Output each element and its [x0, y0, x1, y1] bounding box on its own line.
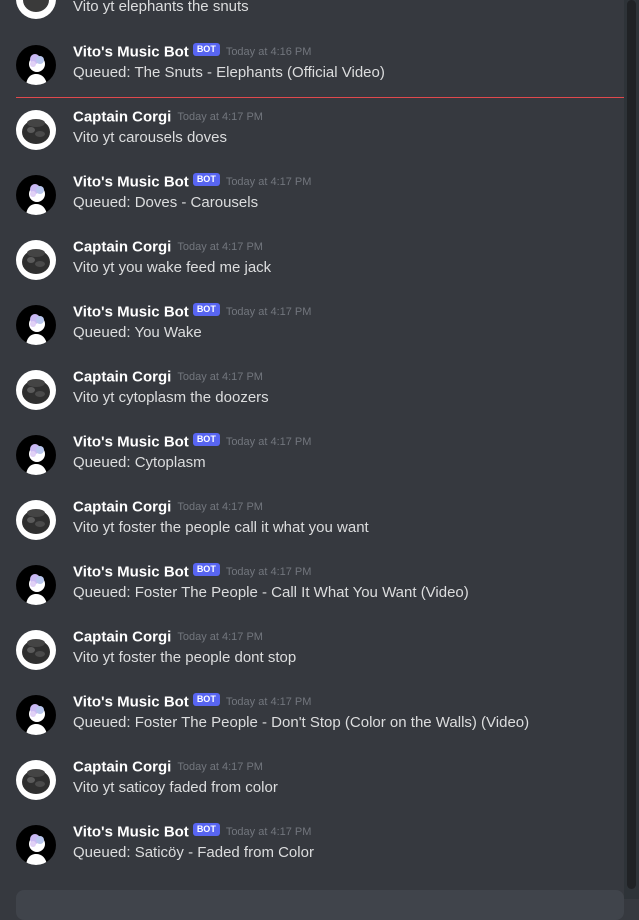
bot-avatar[interactable] [16, 695, 56, 735]
message-composer[interactable] [16, 890, 624, 920]
username[interactable]: Vito's Music Bot [73, 563, 189, 580]
bot-avatar[interactable] [16, 565, 56, 605]
username[interactable]: Vito's Music Bot [73, 303, 189, 320]
username[interactable]: Captain Corgi [73, 498, 171, 515]
bot-avatar[interactable] [16, 825, 56, 865]
username[interactable]: Captain Corgi [73, 758, 171, 775]
bot-avatar[interactable] [16, 435, 56, 475]
bot-badge: BOT [192, 173, 220, 187]
bot-avatar[interactable] [16, 175, 56, 215]
timestamp: Today at 4:17 PM [177, 630, 263, 643]
message: Captain Corgi Today at 4:17 PM Vito yt sat… [0, 755, 624, 815]
timestamp: Today at 4:16 PM [225, 45, 312, 58]
message: Vito's Music Bot BOT Today at 4:17 PM Queue… [0, 820, 624, 880]
message-header: Captain Corgi Today at 4:17 PM [73, 758, 263, 778]
chat-messages: Vito yt elephants the snuts Vito's Music… [0, 0, 624, 899]
message-header: Captain Corgi Today at 4:17 PM [73, 108, 263, 128]
message-header: Captain Corgi Today at 4:17 PM [73, 368, 263, 388]
message: Captain Corgi Today at 4:17 PM Vito yt cyt… [0, 365, 624, 425]
bot-badge: BOT [192, 303, 220, 317]
user-avatar[interactable] [16, 630, 56, 670]
bot-badge: BOT [192, 823, 220, 837]
partial-message: Vito yt elephants the snuts [0, 0, 624, 19]
message-text: Vito yt elephants the snuts [73, 0, 249, 15]
message-header: Vito's Music Bot BOT Today at 4:17 PM [73, 303, 311, 323]
message: Captain Corgi Today at 4:17 PM Vito yt fos… [0, 495, 624, 555]
message-text: Vito yt foster the people call it what y… [73, 519, 369, 536]
timestamp: Today at 4:17 PM [225, 175, 312, 188]
message-header: Vito's Music Bot BOT Today at 4:17 PM [73, 433, 311, 453]
timestamp: Today at 4:17 PM [225, 695, 312, 708]
message-text: Queued: Foster The People - Call It What… [73, 584, 469, 601]
username[interactable]: Captain Corgi [73, 238, 171, 255]
message-text: Queued: Saticöy - Faded from Color [73, 844, 314, 861]
message: Vito's Music Bot BOT Today at 4:17 PM Queue… [0, 170, 624, 230]
message-text: Vito yt carousels doves [73, 129, 227, 146]
message-text: Vito yt foster the people dont stop [73, 649, 297, 666]
message-header: Vito's Music Bot BOT Today at 4:17 PM [73, 563, 311, 583]
message-header: Vito's Music Bot BOT Today at 4:17 PM [73, 173, 311, 193]
message-text: Queued: You Wake [73, 324, 202, 341]
message-text: Queued: Doves - Carousels [73, 194, 259, 211]
username[interactable]: Vito's Music Bot [73, 823, 189, 840]
username[interactable]: Captain Corgi [73, 108, 171, 125]
message-header: Captain Corgi Today at 4:17 PM [73, 238, 263, 258]
scrollbar-thumb[interactable] [627, 0, 636, 889]
user-avatar[interactable] [16, 760, 56, 800]
message: Vito's Music Bot BOT Today at 4:16 PM Queue… [0, 40, 624, 100]
message: Captain Corgi Today at 4:17 PM Vito yt you… [0, 235, 624, 295]
timestamp: Today at 4:17 PM [225, 305, 312, 318]
timestamp: Today at 4:17 PM [177, 110, 263, 123]
message-text: Vito yt cytoplasm the doozers [73, 389, 269, 406]
bot-badge: BOT [192, 693, 220, 707]
message-header: Vito's Music Bot BOT Today at 4:17 PM [73, 823, 311, 843]
message: Captain Corgi Today at 4:17 PM Vito yt fos… [0, 625, 624, 685]
message-text: Vito yt you wake feed me jack [73, 259, 272, 276]
message: Vito's Music Bot BOT Today at 4:17 PM Queue… [0, 560, 624, 620]
message: Vito's Music Bot BOT Today at 4:17 PM Queue… [0, 690, 624, 750]
username[interactable]: Captain Corgi [73, 368, 171, 385]
message-text: Queued: The Snuts - Elephants (Official … [73, 64, 385, 81]
message-header: Vito's Music Bot BOT Today at 4:16 PM [73, 43, 311, 63]
scrollbar-track[interactable] [624, 0, 639, 899]
message: Captain Corgi Today at 4:17 PM Vito yt car… [0, 105, 624, 165]
username[interactable]: Captain Corgi [73, 628, 171, 645]
message: Vito's Music Bot BOT Today at 4:17 PM Queue… [0, 430, 624, 490]
message-header: Captain Corgi Today at 4:17 PM [73, 628, 263, 648]
timestamp: Today at 4:17 PM [225, 435, 312, 448]
message: Vito's Music Bot BOT Today at 4:17 PM Queue… [0, 300, 624, 360]
timestamp: Today at 4:17 PM [177, 760, 263, 773]
message-text: Queued: Cytoplasm [73, 454, 206, 471]
user-avatar[interactable] [16, 370, 56, 410]
username[interactable]: Vito's Music Bot [73, 693, 189, 710]
message-header: Vito's Music Bot BOT Today at 4:17 PM [73, 693, 311, 713]
bot-badge: BOT [192, 563, 220, 577]
user-avatar[interactable] [16, 110, 56, 150]
message-text: Queued: Foster The People - Don't Stop (… [73, 714, 530, 731]
message-text: Vito yt saticoy faded from color [73, 779, 278, 796]
bot-badge: BOT [192, 433, 220, 447]
username[interactable]: Vito's Music Bot [73, 433, 189, 450]
timestamp: Today at 4:17 PM [177, 500, 263, 513]
user-avatar[interactable] [16, 0, 56, 19]
bot-avatar[interactable] [16, 305, 56, 345]
timestamp: Today at 4:17 PM [225, 825, 312, 838]
username[interactable]: Vito's Music Bot [73, 43, 189, 60]
bot-badge: BOT [192, 43, 220, 57]
timestamp: Today at 4:17 PM [225, 565, 312, 578]
user-avatar[interactable] [16, 240, 56, 280]
user-avatar[interactable] [16, 500, 56, 540]
username[interactable]: Vito's Music Bot [73, 173, 189, 190]
timestamp: Today at 4:17 PM [177, 370, 263, 383]
message-header: Captain Corgi Today at 4:17 PM [73, 498, 263, 518]
timestamp: Today at 4:17 PM [177, 240, 263, 253]
bot-avatar[interactable] [16, 45, 56, 85]
